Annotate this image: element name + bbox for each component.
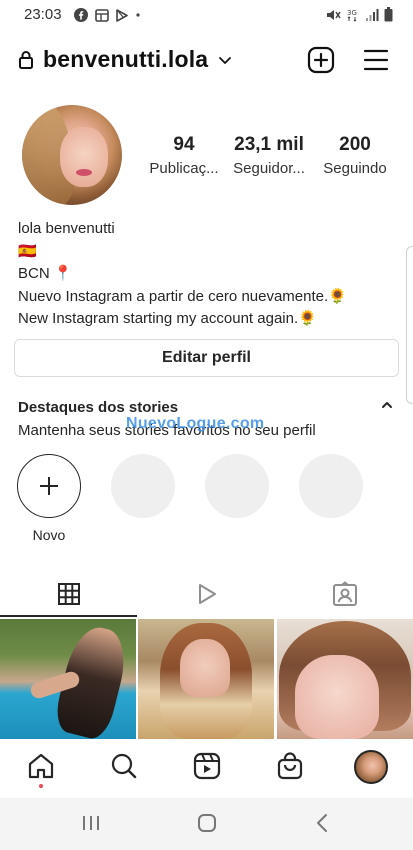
- system-navigation: [0, 798, 413, 850]
- notification-dot: [39, 784, 43, 788]
- stat-posts-value: 94: [173, 134, 195, 155]
- reels-play-icon: [198, 584, 216, 604]
- shop-icon[interactable]: [276, 752, 304, 780]
- mute-icon: [327, 9, 341, 20]
- stat-posts[interactable]: 94 Publicaç...: [143, 134, 225, 177]
- home-icon[interactable]: [27, 752, 55, 780]
- highlight-placeholder: [111, 454, 175, 518]
- add-post-icon[interactable]: [307, 46, 335, 74]
- plus-icon: [40, 477, 58, 495]
- bottom-navigation: [0, 742, 413, 798]
- profile-bio: lola benvenutti 🇪🇸 BCN 📍 Nuevo Instagram…: [18, 218, 398, 331]
- chevron-up-icon[interactable]: [381, 401, 393, 409]
- recent-apps-icon[interactable]: [81, 814, 101, 832]
- signal-icon: [366, 8, 379, 21]
- menu-icon[interactable]: [363, 48, 389, 72]
- stat-followers-label: Seguidor...: [233, 160, 305, 177]
- highlight-placeholder: [205, 454, 269, 518]
- bio-line: Nuevo Instagram a partir de cero nuevame…: [18, 287, 347, 305]
- facebook-icon: [74, 8, 88, 22]
- highlight-placeholder: [299, 454, 363, 518]
- reels-icon[interactable]: [193, 752, 221, 780]
- svg-text:3G: 3G: [347, 9, 357, 17]
- network-3g-icon: 3G: [347, 9, 357, 22]
- edit-profile-button[interactable]: Editar perfil: [14, 339, 399, 377]
- profile-avatar[interactable]: [22, 105, 122, 205]
- tab-grid[interactable]: [0, 570, 137, 618]
- new-highlight-label: Novo: [32, 527, 66, 543]
- gallery-icon: [95, 8, 109, 22]
- profile-header: benvenutti.lola: [0, 42, 413, 82]
- profile-avatar-nav[interactable]: [354, 750, 388, 784]
- stat-following-value: 200: [339, 134, 371, 155]
- scroll-indicator: [406, 246, 413, 404]
- status-time: 23:03: [24, 6, 62, 23]
- post-thumbnail[interactable]: [138, 619, 274, 739]
- lock-icon: [19, 51, 33, 69]
- stat-followers-value: 23,1 mil: [234, 134, 304, 155]
- bio-line: 🇪🇸: [18, 242, 37, 260]
- stat-posts-label: Publicaç...: [149, 160, 219, 177]
- tab-tagged[interactable]: [276, 570, 413, 618]
- new-highlight-button[interactable]: [17, 454, 81, 518]
- status-bar: 23:03 3G: [0, 0, 413, 30]
- post-thumbnail[interactable]: [277, 619, 413, 739]
- bio-line: New Instagram starting my account again.…: [18, 310, 317, 327]
- home-button-icon[interactable]: [197, 813, 217, 833]
- stat-following[interactable]: 200 Seguindo: [314, 134, 396, 177]
- tab-reels[interactable]: [138, 570, 275, 618]
- active-tab-indicator: [0, 615, 137, 617]
- posts-grid: [0, 619, 413, 739]
- tagged-icon: [332, 581, 357, 606]
- post-thumbnail[interactable]: [0, 619, 136, 739]
- battery-icon: [384, 7, 393, 22]
- highlights-title: Destaques dos stories: [18, 399, 179, 416]
- search-icon[interactable]: [110, 752, 138, 780]
- chevron-down-icon[interactable]: [218, 56, 232, 65]
- grid-icon: [57, 583, 80, 605]
- back-icon[interactable]: [315, 813, 329, 833]
- profile-tabs: [0, 570, 413, 618]
- stat-following-label: Seguindo: [323, 160, 387, 177]
- profile-name: lola benvenutti: [18, 220, 115, 237]
- stat-followers[interactable]: 23,1 mil Seguidor...: [228, 134, 310, 177]
- bio-line: BCN 📍: [18, 265, 73, 282]
- play-store-icon: [116, 8, 128, 22]
- watermark-text: NuevoLogue.com: [126, 415, 265, 432]
- dot-icon: [136, 13, 140, 17]
- account-username[interactable]: benvenutti.lola: [43, 46, 208, 73]
